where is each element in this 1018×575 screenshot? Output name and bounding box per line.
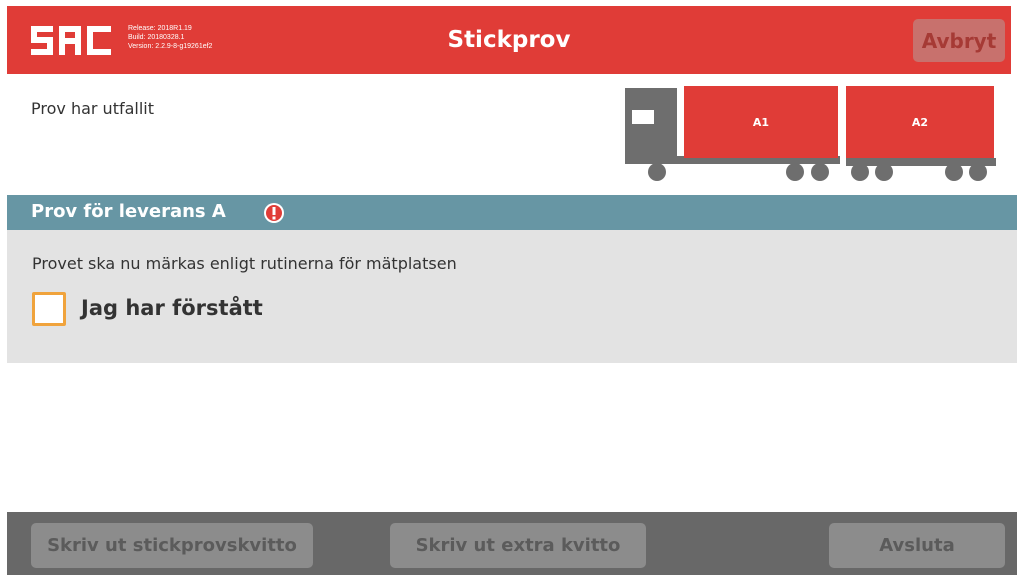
wheel [786,163,804,181]
exclamation-circle-icon [264,203,284,223]
wheel [875,163,893,181]
cargo-unit-a1-label: A1 [753,116,769,129]
understood-checkbox[interactable] [32,292,66,326]
wheel [945,163,963,181]
bottom-bar: Skriv ut stickprovskvitto Skriv ut extra… [7,512,1017,575]
print-sample-receipt-button[interactable]: Skriv ut stickprovskvitto [31,523,313,568]
wheel [811,163,829,181]
cancel-button[interactable]: Avbryt [913,19,1005,62]
section-title: Prov för leverans A [31,201,226,222]
cargo-unit-a2-label: A2 [912,116,928,129]
truck-window [632,110,654,124]
wheel [851,163,869,181]
status-text: Prov har utfallit [31,99,155,118]
delivery-section-header: Prov för leverans A [7,195,1017,230]
page-title: Stickprov [447,27,571,53]
vehicle-diagram: A1 A2 [625,86,996,181]
understood-checkbox-label[interactable]: Jag har förstått [81,296,263,320]
delivery-section-body: Provet ska nu märkas enligt rutinerna fö… [7,230,1017,363]
wheel [969,163,987,181]
print-extra-receipt-button[interactable]: Skriv ut extra kvitto [390,523,646,568]
top-bar: Release: 2018R1.19 Build: 20180328.1 Ver… [7,6,1011,74]
instruction-text: Provet ska nu märkas enligt rutinerna fö… [32,254,457,273]
finish-button[interactable]: Avsluta [829,523,1005,568]
wheel [648,163,666,181]
